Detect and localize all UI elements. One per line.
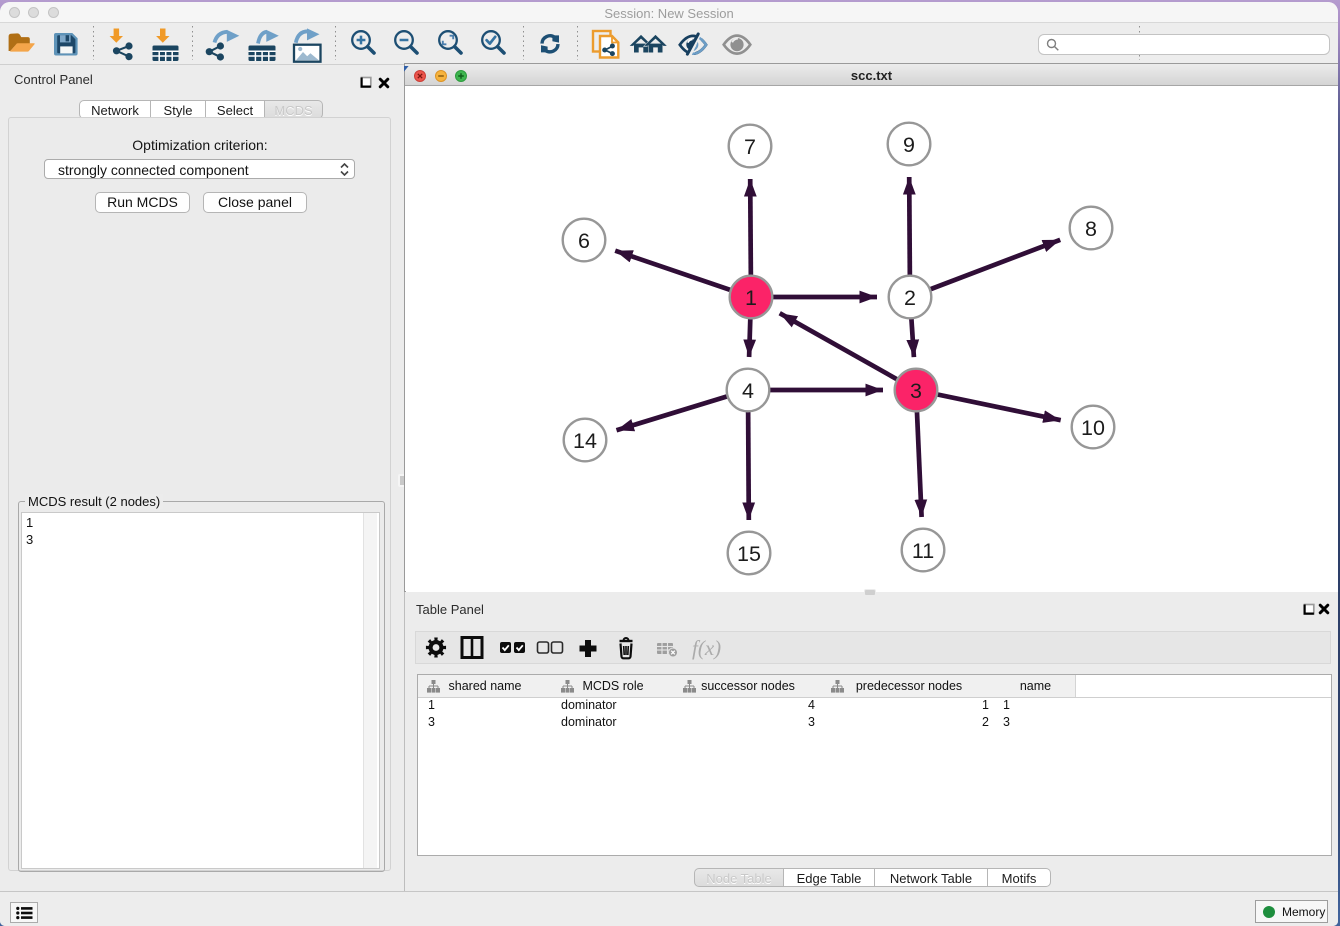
svg-text:1: 1 <box>745 286 757 310</box>
svg-text:8: 8 <box>1085 217 1097 241</box>
svg-text:10: 10 <box>1081 416 1105 440</box>
svg-text:2: 2 <box>904 286 916 310</box>
svg-text:11: 11 <box>912 539 934 563</box>
svg-text:9: 9 <box>903 133 915 157</box>
svg-text:14: 14 <box>573 429 597 453</box>
svg-text:3: 3 <box>910 379 922 403</box>
svg-text:4: 4 <box>742 379 754 403</box>
svg-text:7: 7 <box>744 135 756 159</box>
svg-text:6: 6 <box>578 229 590 253</box>
svg-text:f(x): f(x) <box>692 636 721 660</box>
svg-text:15: 15 <box>737 542 761 566</box>
